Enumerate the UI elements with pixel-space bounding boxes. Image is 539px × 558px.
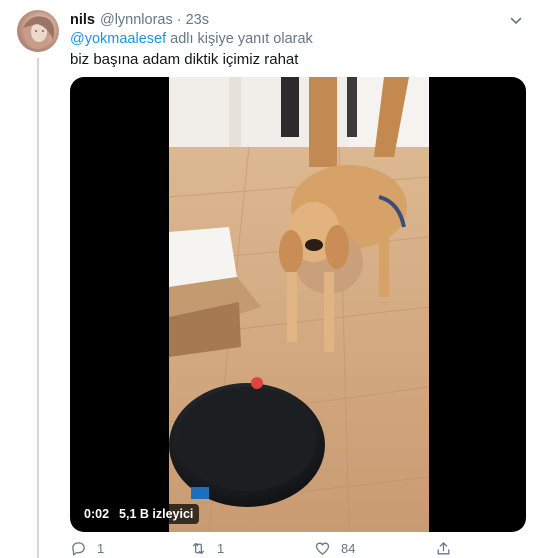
user-handle[interactable]: @lynnloras xyxy=(100,12,173,28)
chevron-down-icon[interactable] xyxy=(509,14,523,28)
retweet-count: 1 xyxy=(217,541,225,556)
reply-button[interactable]: 1 xyxy=(70,540,104,557)
tweet-header: nils @lynnloras · 23s xyxy=(70,11,527,29)
tweet-actions: 1 1 84 xyxy=(70,540,470,558)
avatar[interactable] xyxy=(17,10,59,52)
timestamp[interactable]: 23s xyxy=(186,12,209,28)
retweet-icon xyxy=(192,542,205,555)
thread-line xyxy=(37,58,39,558)
reply-context: @yokmaalesef adlı kişiye yanıt olarak xyxy=(70,31,313,47)
share-icon xyxy=(437,542,450,555)
retweet-button[interactable]: 1 xyxy=(190,540,224,557)
video-time: 0:02 xyxy=(84,507,110,521)
reply-icon xyxy=(72,542,85,556)
reply-count: 1 xyxy=(97,541,105,556)
user-name[interactable]: nils xyxy=(70,12,95,28)
separator: · xyxy=(176,12,182,28)
reply-mention-link[interactable]: @yokmaalesef xyxy=(70,31,166,47)
video-stats-overlay: 0:02 5,1 B izleyici xyxy=(78,504,200,524)
reply-suffix: adlı kişiye yanıt olarak xyxy=(166,31,313,47)
like-count: 84 xyxy=(341,541,356,556)
like-button[interactable]: 84 xyxy=(314,540,355,557)
video-views: 5,1 B izleyici xyxy=(119,507,194,521)
video-frame[interactable] xyxy=(169,77,429,532)
like-icon xyxy=(315,542,330,555)
tweet-text: biz başına adam diktik içimiz rahat xyxy=(70,51,299,68)
video-player[interactable]: 0:02 5,1 B izleyici xyxy=(70,77,526,532)
share-button[interactable] xyxy=(435,540,452,557)
